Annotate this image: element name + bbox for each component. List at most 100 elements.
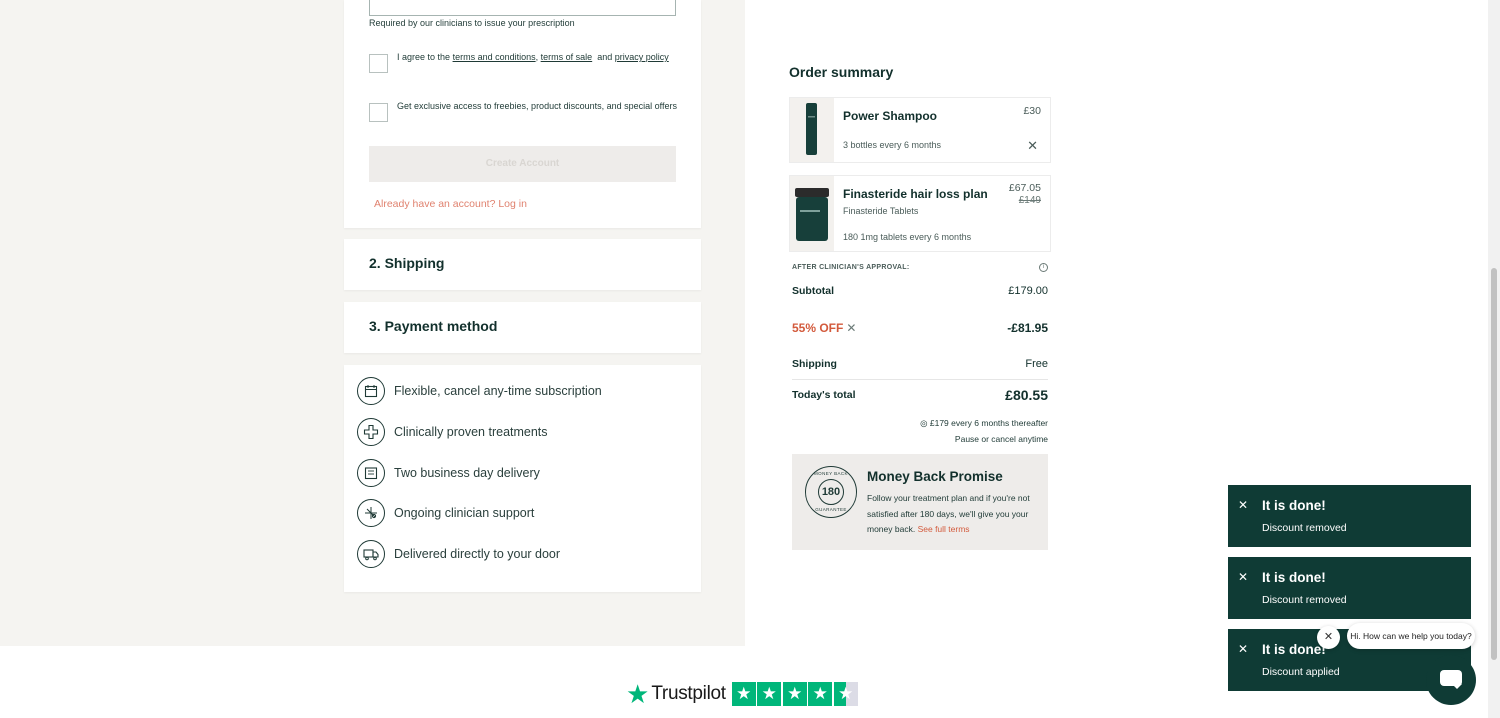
truck-icon xyxy=(357,540,385,568)
calendar-icon xyxy=(357,377,385,405)
trustpilot-wordmark: Trustpilot xyxy=(651,683,726,704)
thereafter-text: £179 every 6 months thereafter xyxy=(929,418,1048,428)
half-star-icon: ★ xyxy=(833,682,858,706)
terms-of-sale-link[interactable]: terms of sale xyxy=(541,52,593,62)
discount-value: -£81.95 xyxy=(1007,321,1048,335)
product-image xyxy=(790,176,834,251)
close-icon[interactable]: ✕ xyxy=(1238,642,1248,656)
login-link[interactable]: Already have an account? Log in xyxy=(374,198,527,210)
product-image xyxy=(790,98,834,162)
subtotal-row: Subtotal £179.00 xyxy=(792,285,1048,297)
after-approval-label: AFTER CLINICIAN'S APPROVAL: xyxy=(792,264,910,271)
toast-notification: ✕ It is done! Discount removed xyxy=(1228,557,1471,619)
product-name: Finasteride hair loss plan xyxy=(843,187,988,201)
benefit-label: Clinically proven treatments xyxy=(394,425,548,439)
product-name: Power Shampoo xyxy=(843,109,938,123)
benefit-label: Delivered directly to your door xyxy=(394,547,561,561)
step-payment-title: 3. Payment method xyxy=(369,318,498,334)
product-price: £30 xyxy=(1023,105,1041,117)
chat-greeting[interactable]: Hi. How can we help you today? xyxy=(1347,623,1475,649)
toast-message: Discount removed xyxy=(1262,594,1347,606)
terms-conditions-link[interactable]: terms and conditions xyxy=(453,52,536,62)
benefit-label: Ongoing clinician support xyxy=(394,506,535,520)
thereafter-note: ◎ £179 every 6 months thereafter xyxy=(920,418,1048,429)
chat-close-icon[interactable]: ✕ xyxy=(1317,626,1340,649)
toast-title: It is done! xyxy=(1262,570,1326,585)
marketing-checkbox[interactable] xyxy=(369,103,388,122)
star-icon: ★ xyxy=(782,682,807,706)
total-row: Today's total £80.55 xyxy=(792,387,1048,403)
toast-notification: ✕ It is done! Discount removed xyxy=(1228,485,1471,547)
step-payment[interactable]: 3. Payment method xyxy=(344,302,701,353)
shipping-value: Free xyxy=(1025,358,1048,370)
chat-launcher-button[interactable] xyxy=(1426,655,1476,705)
seal-bottom-text: GUARANTEE xyxy=(815,507,847,512)
scrollbar-thumb[interactable] xyxy=(1491,268,1497,660)
chat-icon-tail xyxy=(1452,684,1462,689)
after-approval-row: AFTER CLINICIAN'S APPROVAL: i xyxy=(792,263,1048,272)
total-label: Today's total xyxy=(792,389,856,401)
benefit-item: Two business day delivery xyxy=(357,459,540,487)
benefits-card: Flexible, cancel any-time subscription C… xyxy=(344,365,701,592)
terms-label: I agree to the terms and conditions, ter… xyxy=(397,49,682,66)
privacy-policy-link[interactable]: privacy policy xyxy=(615,52,669,62)
seal-top-text: MONEY BACK xyxy=(814,471,848,476)
full-terms-link[interactable]: See full terms xyxy=(918,524,970,534)
medical-cross-icon xyxy=(357,418,385,446)
product-item: Power Shampoo £30 3 bottles every 6 mont… xyxy=(789,97,1051,163)
guarantee-seal-icon: MONEY BACK 180 GUARANTEE xyxy=(805,466,857,518)
close-icon[interactable]: ✕ xyxy=(1238,570,1248,584)
total-value: £80.55 xyxy=(1005,387,1048,403)
product-plan: 180 1mg tablets every 6 months xyxy=(843,232,972,242)
product-plan: 3 bottles every 6 months xyxy=(843,140,942,150)
product-old-price: £149 xyxy=(1018,195,1041,206)
trustpilot-widget[interactable]: ★ Trustpilot ★ ★ ★ ★ ★ xyxy=(626,681,859,707)
star-icon: ★ xyxy=(731,682,756,706)
terms-checkbox[interactable] xyxy=(369,54,388,73)
close-icon[interactable]: ✕ xyxy=(1238,498,1248,512)
product-price: £67.05 xyxy=(1008,182,1041,194)
subtotal-label: Subtotal xyxy=(792,285,834,297)
remove-product-icon[interactable]: ✕ xyxy=(1027,138,1038,154)
money-back-box: MONEY BACK 180 GUARANTEE Money Back Prom… xyxy=(792,454,1048,550)
benefit-item: Clinically proven treatments xyxy=(357,418,548,446)
product-item: Finasteride hair loss plan Finasteride T… xyxy=(789,175,1051,252)
star-icon: ★ xyxy=(808,682,833,706)
trustpilot-logo-icon: ★ xyxy=(626,679,650,709)
package-icon xyxy=(357,459,385,487)
recurring-icon: ◎ xyxy=(920,418,928,428)
name-field[interactable] xyxy=(369,0,676,16)
shipping-label: Shipping xyxy=(792,358,837,370)
remove-discount-icon[interactable]: ✕ xyxy=(846,321,856,335)
step-shipping[interactable]: 2. Shipping xyxy=(344,239,701,290)
discount-code: 55% OFF xyxy=(792,321,844,335)
terms-prefix: I agree to the xyxy=(397,52,451,62)
seal-days: 180 xyxy=(818,479,844,505)
toast-title: It is done! xyxy=(1262,498,1326,513)
account-form-card: Required by our clinicians to issue your… xyxy=(344,0,701,228)
step-shipping-title: 2. Shipping xyxy=(369,255,445,271)
toast-message: Discount removed xyxy=(1262,522,1347,534)
terms-and: and xyxy=(597,52,613,62)
marketing-label: Get exclusive access to freebies, produc… xyxy=(397,101,677,111)
benefit-item: Delivered directly to your door xyxy=(357,540,560,568)
clinician-icon xyxy=(357,499,385,527)
field-hint: Required by our clinicians to issue your… xyxy=(369,18,575,28)
toast-message: Discount applied xyxy=(1262,666,1340,678)
benefit-item: Ongoing clinician support xyxy=(357,499,534,527)
shipping-row: Shipping Free xyxy=(792,358,1048,370)
money-back-title: Money Back Promise xyxy=(867,469,1003,484)
benefit-label: Two business day delivery xyxy=(394,466,540,480)
star-icon: ★ xyxy=(757,682,782,706)
info-icon[interactable]: i xyxy=(1039,263,1048,272)
divider xyxy=(792,379,1048,380)
discount-row: 55% OFF ✕ -£81.95 xyxy=(792,321,1048,335)
product-subtitle: Finasteride Tablets xyxy=(843,206,919,216)
subtotal-value: £179.00 xyxy=(1008,285,1048,297)
trustpilot-rating-stars: ★ ★ ★ ★ ★ xyxy=(731,682,860,706)
create-account-button[interactable]: Create Account xyxy=(369,146,676,182)
benefit-label: Flexible, cancel any-time subscription xyxy=(394,384,602,398)
discount-label: 55% OFF ✕ xyxy=(792,321,856,335)
order-summary-title: Order summary xyxy=(789,64,894,80)
toast-title: It is done! xyxy=(1262,642,1326,657)
